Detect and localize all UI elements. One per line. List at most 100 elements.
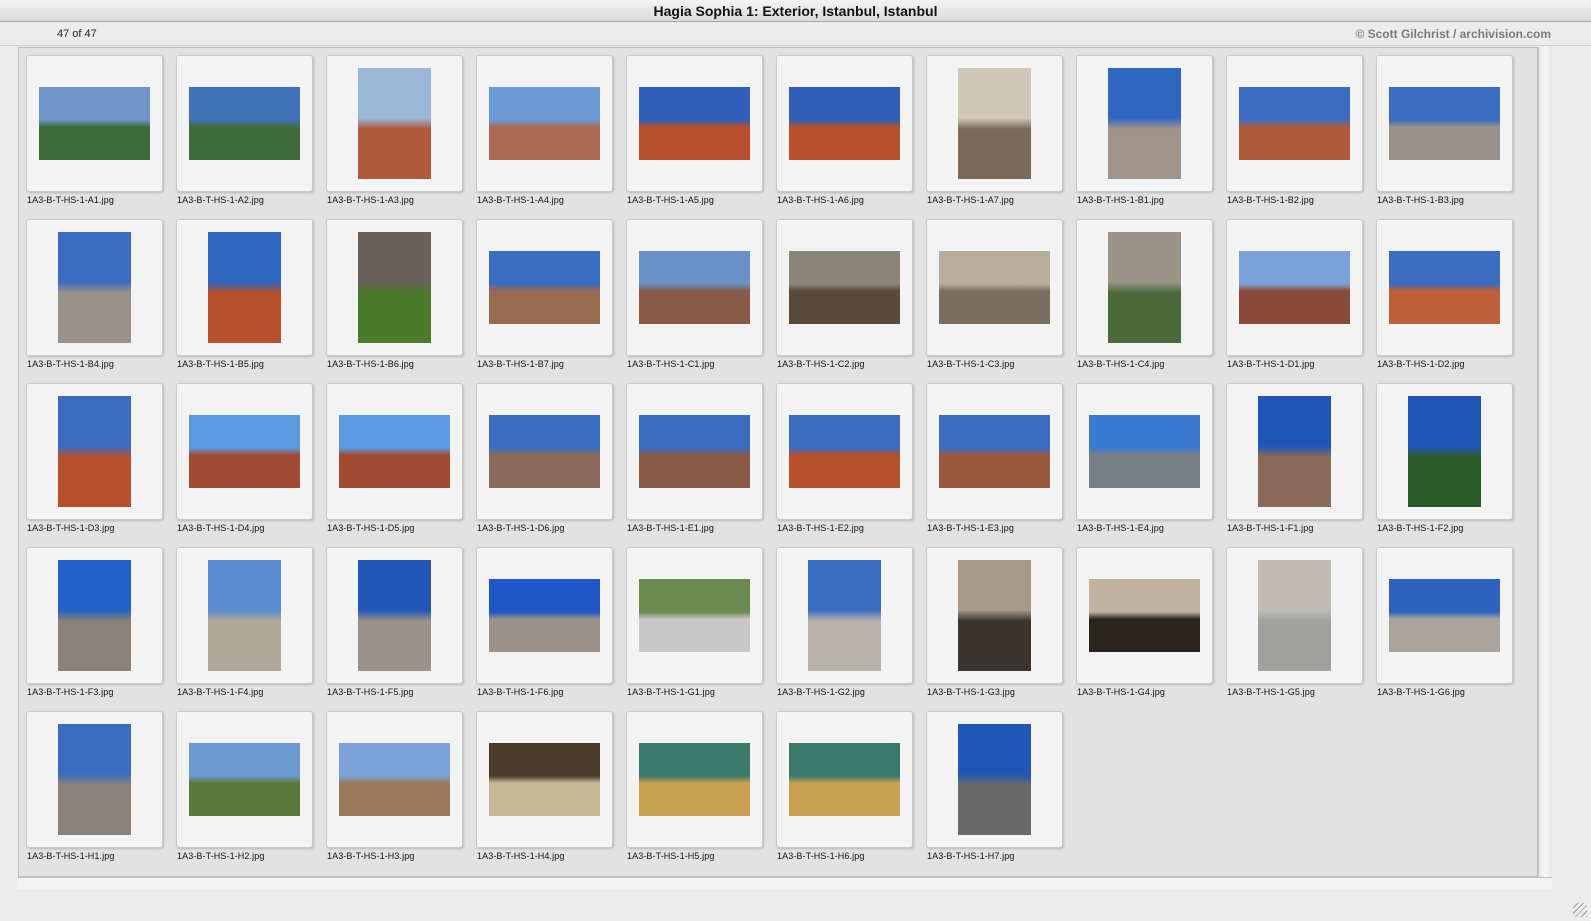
thumbnail-image[interactable] xyxy=(1389,579,1500,652)
thumbnail-image[interactable] xyxy=(339,743,450,816)
thumbnail-image[interactable] xyxy=(489,251,600,324)
thumbnail-image[interactable] xyxy=(339,415,450,488)
thumbnail-image[interactable] xyxy=(808,560,881,671)
thumbnail-image[interactable] xyxy=(789,87,900,160)
thumbnail-item[interactable]: 1A3-B-T-HS-1-H7.jpg xyxy=(920,705,1063,861)
thumbnail-item[interactable]: 1A3-B-T-HS-1-A2.jpg xyxy=(170,49,313,205)
thumbnail-item[interactable]: 1A3-B-T-HS-1-E2.jpg xyxy=(770,377,913,533)
thumbnail-image[interactable] xyxy=(639,415,750,488)
thumbnail-item[interactable]: 1A3-B-T-HS-1-G5.jpg xyxy=(1220,541,1363,697)
thumbnail-slide[interactable] xyxy=(626,383,763,520)
thumbnail-item[interactable]: 1A3-B-T-HS-1-H2.jpg xyxy=(170,705,313,861)
thumbnail-item[interactable]: 1A3-B-T-HS-1-E1.jpg xyxy=(620,377,763,533)
thumbnail-item[interactable]: 1A3-B-T-HS-1-B3.jpg xyxy=(1370,49,1513,205)
thumbnail-slide[interactable] xyxy=(476,711,613,848)
thumbnail-slide[interactable] xyxy=(326,219,463,356)
thumbnail-image[interactable] xyxy=(1089,579,1200,652)
thumbnail-item[interactable]: 1A3-B-T-HS-1-B7.jpg xyxy=(470,213,613,369)
thumbnail-item[interactable]: 1A3-B-T-HS-1-A7.jpg xyxy=(920,49,1063,205)
thumbnail-item[interactable]: 1A3-B-T-HS-1-G4.jpg xyxy=(1070,541,1213,697)
thumbnail-slide[interactable] xyxy=(776,547,913,684)
thumbnail-item[interactable]: 1A3-B-T-HS-1-B6.jpg xyxy=(320,213,463,369)
thumbnail-image[interactable] xyxy=(789,415,900,488)
thumbnail-item[interactable]: 1A3-B-T-HS-1-E4.jpg xyxy=(1070,377,1213,533)
thumbnail-item[interactable]: 1A3-B-T-HS-1-B1.jpg xyxy=(1070,49,1213,205)
thumbnail-item[interactable]: 1A3-B-T-HS-1-A5.jpg xyxy=(620,49,763,205)
thumbnail-item[interactable]: 1A3-B-T-HS-1-H1.jpg xyxy=(20,705,163,861)
thumbnail-item[interactable]: 1A3-B-T-HS-1-G6.jpg xyxy=(1370,541,1513,697)
thumbnail-image[interactable] xyxy=(1108,232,1181,343)
thumbnail-image[interactable] xyxy=(1258,396,1331,507)
thumbnail-image[interactable] xyxy=(358,232,431,343)
thumbnail-image[interactable] xyxy=(639,251,750,324)
thumbnail-slide[interactable] xyxy=(926,711,1063,848)
thumbnail-item[interactable]: 1A3-B-T-HS-1-B5.jpg xyxy=(170,213,313,369)
thumbnail-slide[interactable] xyxy=(1376,383,1513,520)
thumbnail-slide[interactable] xyxy=(476,383,613,520)
thumbnail-item[interactable]: 1A3-B-T-HS-1-H5.jpg xyxy=(620,705,763,861)
thumbnail-slide[interactable] xyxy=(626,547,763,684)
thumbnail-slide[interactable] xyxy=(476,219,613,356)
thumbnail-slide[interactable] xyxy=(176,711,313,848)
thumbnail-slide[interactable] xyxy=(1076,547,1213,684)
thumbnail-image[interactable] xyxy=(358,560,431,671)
thumbnail-slide[interactable] xyxy=(26,219,163,356)
thumbnail-slide[interactable] xyxy=(776,383,913,520)
thumbnail-image[interactable] xyxy=(1239,87,1350,160)
thumbnail-item[interactable]: 1A3-B-T-HS-1-A1.jpg xyxy=(20,49,163,205)
thumbnail-image[interactable] xyxy=(639,579,750,652)
thumbnail-item[interactable]: 1A3-B-T-HS-1-A6.jpg xyxy=(770,49,913,205)
thumbnail-image[interactable] xyxy=(1089,415,1200,488)
thumbnail-image[interactable] xyxy=(58,396,131,507)
thumbnail-slide[interactable] xyxy=(26,383,163,520)
thumbnail-slide[interactable] xyxy=(326,711,463,848)
thumbnail-slide[interactable] xyxy=(176,55,313,192)
thumbnail-slide[interactable] xyxy=(1376,219,1513,356)
horizontal-scrollbar[interactable] xyxy=(18,877,1552,889)
thumbnail-item[interactable]: 1A3-B-T-HS-1-F4.jpg xyxy=(170,541,313,697)
thumbnail-image[interactable] xyxy=(1108,68,1181,179)
thumbnail-image[interactable] xyxy=(1408,396,1481,507)
thumbnail-slide[interactable] xyxy=(176,547,313,684)
thumbnail-image[interactable] xyxy=(58,232,131,343)
thumbnail-slide[interactable] xyxy=(326,383,463,520)
thumbnail-slide[interactable] xyxy=(626,219,763,356)
thumbnail-item[interactable]: 1A3-B-T-HS-1-E3.jpg xyxy=(920,377,1063,533)
thumbnail-slide[interactable] xyxy=(926,55,1063,192)
thumbnail-image[interactable] xyxy=(639,743,750,816)
thumbnail-item[interactable]: 1A3-B-T-HS-1-F6.jpg xyxy=(470,541,613,697)
thumbnail-item[interactable]: 1A3-B-T-HS-1-G3.jpg xyxy=(920,541,1063,697)
thumbnail-slide[interactable] xyxy=(1076,383,1213,520)
thumbnail-image[interactable] xyxy=(489,743,600,816)
thumbnail-slide[interactable] xyxy=(926,219,1063,356)
thumbnail-image[interactable] xyxy=(358,68,431,179)
thumbnail-item[interactable]: 1A3-B-T-HS-1-B4.jpg xyxy=(20,213,163,369)
thumbnail-item[interactable]: 1A3-B-T-HS-1-D6.jpg xyxy=(470,377,613,533)
thumbnail-slide[interactable] xyxy=(326,55,463,192)
thumbnail-item[interactable]: 1A3-B-T-HS-1-F5.jpg xyxy=(320,541,463,697)
thumbnail-slide[interactable] xyxy=(1226,219,1363,356)
resize-grip-icon[interactable] xyxy=(1573,903,1587,917)
thumbnail-slide[interactable] xyxy=(926,547,1063,684)
thumbnail-slide[interactable] xyxy=(1076,219,1213,356)
thumbnail-item[interactable]: 1A3-B-T-HS-1-G1.jpg xyxy=(620,541,763,697)
thumbnail-image[interactable] xyxy=(489,579,600,652)
thumbnail-item[interactable]: 1A3-B-T-HS-1-F2.jpg xyxy=(1370,377,1513,533)
thumbnail-slide[interactable] xyxy=(776,711,913,848)
thumbnail-image[interactable] xyxy=(1389,251,1500,324)
thumbnail-image[interactable] xyxy=(208,232,281,343)
thumbnail-item[interactable]: 1A3-B-T-HS-1-D2.jpg xyxy=(1370,213,1513,369)
thumbnail-item[interactable]: 1A3-B-T-HS-1-D1.jpg xyxy=(1220,213,1363,369)
thumbnail-slide[interactable] xyxy=(176,219,313,356)
thumbnail-item[interactable]: 1A3-B-T-HS-1-F1.jpg xyxy=(1220,377,1363,533)
thumbnail-image[interactable] xyxy=(39,87,150,160)
thumbnail-image[interactable] xyxy=(789,743,900,816)
thumbnail-image[interactable] xyxy=(58,560,131,671)
thumbnail-image[interactable] xyxy=(489,415,600,488)
thumbnail-item[interactable]: 1A3-B-T-HS-1-C2.jpg xyxy=(770,213,913,369)
thumbnail-item[interactable]: 1A3-B-T-HS-1-H4.jpg xyxy=(470,705,613,861)
thumbnail-slide[interactable] xyxy=(1376,547,1513,684)
thumbnail-item[interactable]: 1A3-B-T-HS-1-A3.jpg xyxy=(320,49,463,205)
thumbnail-item[interactable]: 1A3-B-T-HS-1-A4.jpg xyxy=(470,49,613,205)
thumbnail-slide[interactable] xyxy=(26,55,163,192)
